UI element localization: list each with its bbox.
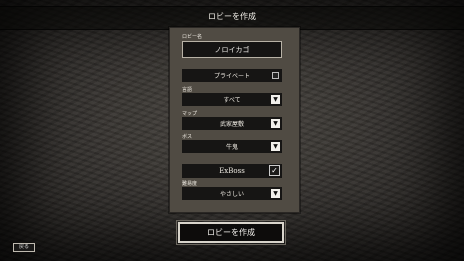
private-label: プライベート	[213, 73, 250, 80]
exboss-toggle[interactable]: ExBoss ✓	[182, 164, 282, 178]
chevron-down-icon[interactable]: ▼	[271, 142, 280, 151]
chevron-down-icon[interactable]: ▼	[271, 189, 280, 198]
language-value: すべて	[223, 97, 241, 104]
language-label: 言語	[182, 87, 193, 93]
boss-value: 牛鬼	[225, 144, 238, 151]
map-label: マップ	[182, 111, 198, 117]
checkmark-icon[interactable]: ✓	[269, 165, 280, 176]
difficulty-dropdown[interactable]: やさしい ▼	[182, 187, 282, 200]
chevron-down-icon[interactable]: ▼	[271, 119, 280, 128]
map-dropdown[interactable]: 武家屋敷 ▼	[182, 117, 282, 130]
page-title: ロビーを作成	[208, 12, 256, 21]
private-toggle[interactable]: プライベート	[182, 69, 282, 82]
back-button[interactable]: 戻る	[13, 243, 35, 252]
private-checkbox[interactable]	[272, 72, 279, 79]
map-value: 武家屋敷	[219, 121, 244, 128]
difficulty-label: 難易度	[182, 181, 198, 187]
language-dropdown[interactable]: すべて ▼	[182, 93, 282, 106]
create-lobby-button[interactable]: ロビーを作成	[176, 220, 286, 245]
chevron-down-icon[interactable]: ▼	[271, 95, 280, 104]
exboss-label: ExBoss	[219, 167, 245, 175]
lobby-name-label: ロビー名	[182, 34, 203, 40]
lobby-name-input[interactable]: ノロイカゴ	[182, 41, 282, 58]
boss-dropdown[interactable]: 牛鬼 ▼	[182, 140, 282, 153]
boss-label: ボス	[182, 134, 193, 140]
difficulty-value: やさしい	[219, 191, 244, 198]
